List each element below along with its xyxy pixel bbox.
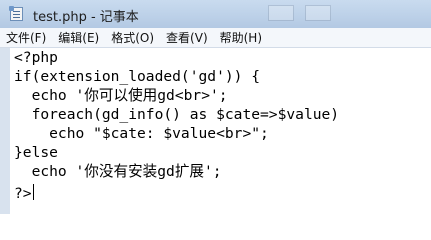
notepad-window: test.php - 记事本 文件(F) 编辑(E) 格式(O) 查看(V) 帮… bbox=[0, 0, 431, 214]
menu-edit[interactable]: 编辑(E) bbox=[58, 29, 99, 46]
code-line: echo '你可以使用gd<br>'; bbox=[14, 87, 228, 104]
menu-file[interactable]: 文件(F) bbox=[6, 29, 46, 46]
code-line-text: ?> bbox=[14, 185, 32, 202]
menu-help[interactable]: 帮助(H) bbox=[220, 29, 262, 46]
faded-window-controls bbox=[268, 5, 368, 21]
notepad-icon bbox=[9, 6, 23, 21]
code-line: }else bbox=[14, 144, 58, 161]
code-line: foreach(gd_info() as $cate=>$value) bbox=[14, 106, 340, 123]
faded-control-1 bbox=[268, 5, 294, 21]
code-line: if(extension_loaded('gd')) { bbox=[14, 68, 261, 85]
text-caret bbox=[32, 184, 34, 200]
code-line: echo '你没有安装gd扩展'; bbox=[14, 163, 222, 180]
faded-control-2 bbox=[305, 5, 332, 21]
code-line: <?php bbox=[14, 49, 58, 66]
title-bar[interactable]: test.php - 记事本 bbox=[0, 0, 431, 28]
menu-format[interactable]: 格式(O) bbox=[111, 29, 154, 46]
menu-bar: 文件(F) 编辑(E) 格式(O) 查看(V) 帮助(H) bbox=[0, 28, 431, 48]
code-line-last: ?> bbox=[14, 184, 34, 202]
window-title: test.php - 记事本 bbox=[33, 10, 139, 25]
text-editor[interactable]: <?php if(extension_loaded('gd')) { echo … bbox=[0, 48, 431, 214]
code-line: echo "$cate: $value<br>"; bbox=[14, 125, 269, 142]
menu-view[interactable]: 查看(V) bbox=[166, 29, 208, 46]
